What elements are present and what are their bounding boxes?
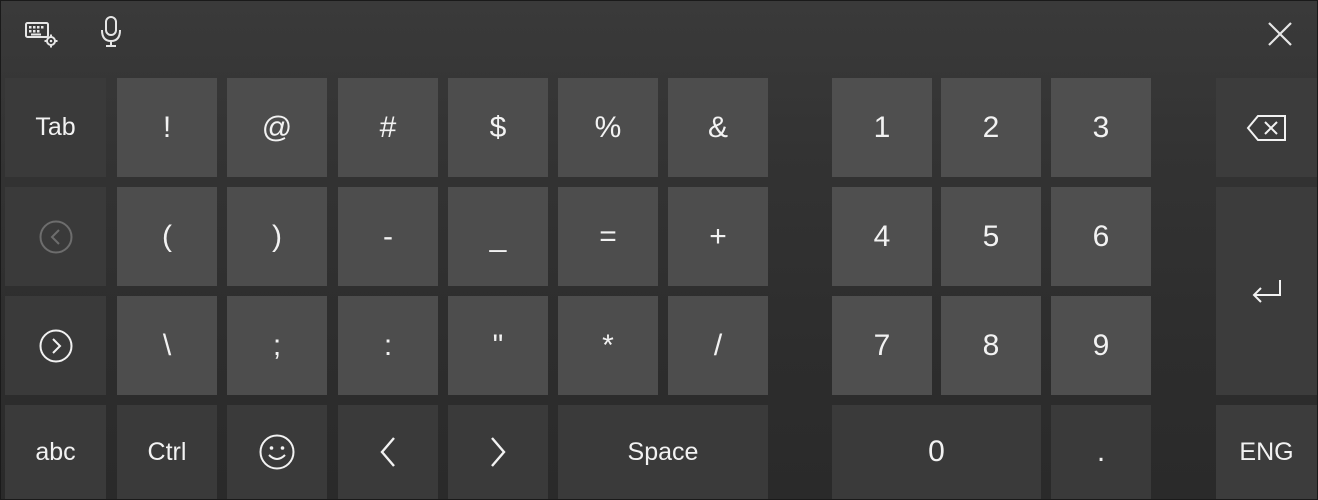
key-label: - <box>383 219 393 253</box>
keyboard-settings-icon[interactable] <box>21 15 61 51</box>
key-label: " <box>492 328 504 362</box>
digit-key[interactable]: 7 <box>832 296 932 395</box>
language-key[interactable]: ENG <box>1216 405 1317 499</box>
digit-key[interactable]: 6 <box>1051 187 1151 286</box>
cursor-right-key[interactable] <box>448 405 548 499</box>
key-label: $ <box>489 110 507 144</box>
key-label: / <box>713 328 723 362</box>
key-label: 1 <box>873 110 891 144</box>
key-label: 6 <box>1092 219 1110 253</box>
key-label: 0 <box>928 435 945 468</box>
abc-key[interactable]: abc <box>5 405 106 499</box>
digit-key[interactable]: 5 <box>941 187 1041 286</box>
key-label: 3 <box>1092 110 1110 144</box>
symbol-key[interactable]: " <box>448 296 548 395</box>
backspace-key[interactable] <box>1216 78 1317 177</box>
key-label: % <box>594 110 622 144</box>
cursor-left-key[interactable] <box>338 405 438 499</box>
key-label: # <box>379 110 397 144</box>
key-label: : <box>383 328 393 362</box>
symbol-key[interactable]: : <box>338 296 438 395</box>
smiley-icon <box>259 434 295 470</box>
space-key[interactable]: Space <box>558 405 768 499</box>
ctrl-key-label: Ctrl <box>147 437 187 466</box>
decimal-key[interactable]: . <box>1051 405 1151 499</box>
key-label: 5 <box>982 219 1000 253</box>
forward-key[interactable] <box>5 296 106 395</box>
enter-key[interactable] <box>1216 187 1317 395</box>
language-key-label: ENG <box>1239 437 1294 466</box>
key-label: = <box>599 219 617 253</box>
circle-chevron-right-icon <box>39 329 72 362</box>
key-label: @ <box>261 110 293 144</box>
backspace-icon <box>1246 114 1286 141</box>
space-key-label: Space <box>627 437 699 466</box>
symbol-key[interactable]: % <box>558 78 658 177</box>
symbol-key[interactable]: ) <box>227 187 327 286</box>
symbol-key[interactable]: - <box>338 187 438 286</box>
symbol-key[interactable]: * <box>558 296 658 395</box>
close-icon[interactable] <box>1263 17 1297 51</box>
symbol-key[interactable]: ! <box>117 78 217 177</box>
digit-key[interactable]: 4 <box>832 187 932 286</box>
key-label: ! <box>162 110 172 144</box>
abc-key-label: abc <box>35 437 76 466</box>
digit-key[interactable]: 2 <box>941 78 1041 177</box>
tab-key-label: Tab <box>35 113 76 141</box>
symbol-key[interactable]: # <box>338 78 438 177</box>
key-label: + <box>709 219 727 253</box>
back-key[interactable] <box>5 187 106 286</box>
key-label: ( <box>162 219 172 253</box>
symbol-key[interactable]: _ <box>448 187 548 286</box>
angle-left-icon <box>380 437 395 467</box>
symbol-key[interactable]: = <box>558 187 658 286</box>
ctrl-key[interactable]: Ctrl <box>117 405 217 499</box>
touch-keyboard: Tab abc ! @ # $ % & ( ) - _ = + \ ; : " … <box>0 0 1318 500</box>
key-label: 2 <box>982 110 1000 144</box>
symbol-key[interactable]: / <box>668 296 768 395</box>
key-label: \ <box>162 328 172 362</box>
symbol-key[interactable]: @ <box>227 78 327 177</box>
symbol-key[interactable]: ; <box>227 296 327 395</box>
digit-key[interactable]: 9 <box>1051 296 1151 395</box>
key-label: 4 <box>873 219 891 253</box>
zero-key[interactable]: 0 <box>832 405 1041 499</box>
key-label: * <box>602 328 614 362</box>
digit-key[interactable]: 1 <box>832 78 932 177</box>
key-label: . <box>1096 435 1106 468</box>
enter-icon <box>1252 280 1281 303</box>
symbol-key[interactable]: + <box>668 187 768 286</box>
key-label: & <box>707 110 728 144</box>
key-label: ; <box>272 328 282 362</box>
symbol-key[interactable]: ( <box>117 187 217 286</box>
circle-chevron-left-icon <box>39 220 72 253</box>
tab-key[interactable]: Tab <box>5 78 106 177</box>
microphone-icon[interactable] <box>95 13 127 51</box>
symbol-key[interactable]: $ <box>448 78 548 177</box>
key-label: _ <box>489 219 507 253</box>
key-label: ) <box>272 219 282 253</box>
angle-right-icon <box>491 437 506 467</box>
key-label: 8 <box>982 328 1000 362</box>
digit-key[interactable]: 8 <box>941 296 1041 395</box>
symbol-key[interactable]: \ <box>117 296 217 395</box>
emoji-key[interactable] <box>227 405 327 499</box>
digit-key[interactable]: 3 <box>1051 78 1151 177</box>
key-label: 9 <box>1092 328 1110 362</box>
key-label: 7 <box>873 328 891 362</box>
symbol-key[interactable]: & <box>668 78 768 177</box>
